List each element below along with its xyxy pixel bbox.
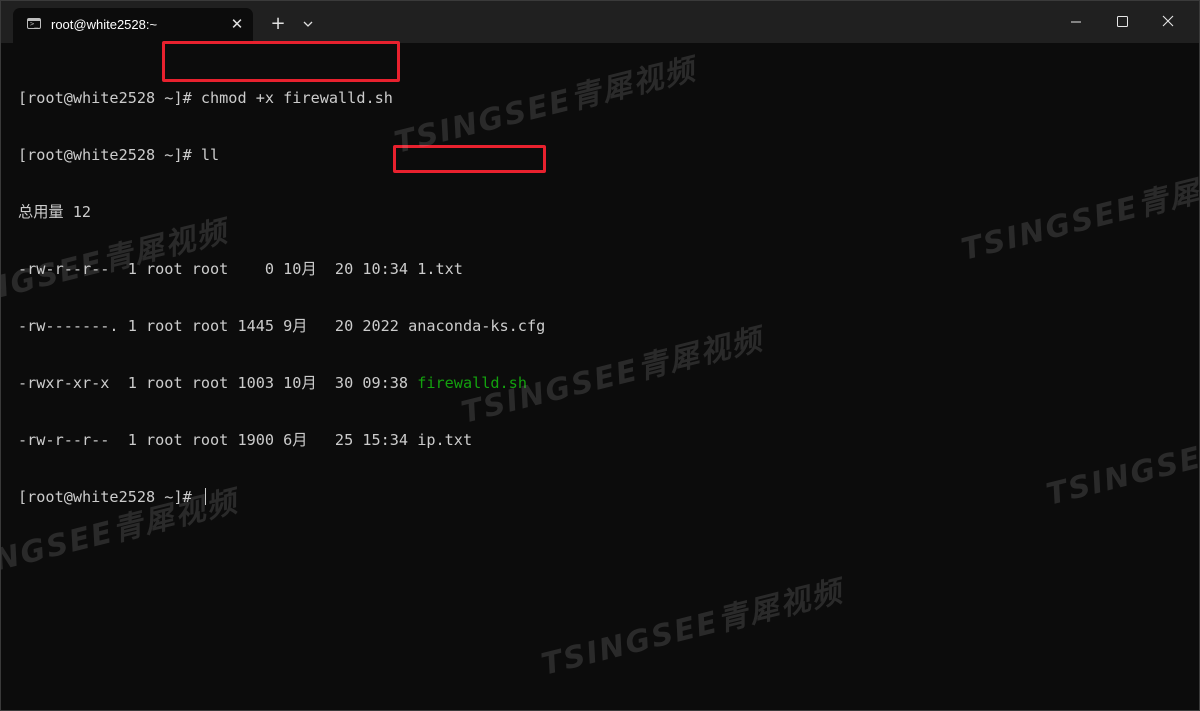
shell-prompt: [root@white2528 ~]# (18, 488, 201, 506)
maximize-icon (1117, 16, 1128, 27)
terminal-tab[interactable]: >_ root@white2528:~ ✕ (13, 8, 253, 43)
title-bar[interactable]: >_ root@white2528:~ ✕ + (1, 1, 1199, 43)
command-text: ll (200, 146, 220, 164)
maximize-button[interactable] (1099, 1, 1145, 41)
terminal-window: >_ root@white2528:~ ✕ + [root@white2528 … (0, 0, 1200, 711)
terminal-icon: >_ (27, 18, 41, 29)
terminal-line: [root@white2528 ~]# chmod +x firewalld.s… (18, 89, 1188, 108)
output-text: -rw-r--r-- 1 root root 0 10月 20 10:34 1.… (18, 260, 463, 278)
text-cursor (204, 488, 206, 505)
close-icon[interactable]: ✕ (227, 14, 247, 34)
terminal-line: -rwxr-xr-x 1 root root 1003 10月 30 09:38… (18, 374, 1188, 393)
minimize-icon (1071, 21, 1081, 23)
window-close-button[interactable] (1145, 1, 1191, 41)
output-text: -rw-------. 1 root root 1445 9月 20 2022 … (18, 317, 546, 335)
output-text: -rwxr-xr-x 1 root root 1003 10月 30 09:38 (18, 374, 418, 392)
tab-title: root@white2528:~ (51, 17, 158, 32)
output-text: 总用量 12 (18, 203, 91, 221)
window-close-icon (1162, 15, 1174, 27)
terminal-line: [root@white2528 ~]# (18, 488, 1188, 507)
terminal-line: [root@white2528 ~]# ll (18, 146, 1188, 165)
terminal-line: -rw-------. 1 root root 1445 9月 20 2022 … (18, 317, 1188, 336)
terminal-line: 总用量 12 (18, 203, 1188, 222)
command-text: chmod +x firewalld.sh (200, 89, 393, 107)
terminal-line: -rw-r--r-- 1 root root 0 10月 20 10:34 1.… (18, 260, 1188, 279)
minimize-button[interactable] (1053, 1, 1099, 41)
terminal-output[interactable]: [root@white2528 ~]# chmod +x firewalld.s… (18, 51, 1188, 701)
terminal-line: -rw-r--r-- 1 root root 1900 6月 25 15:34 … (18, 431, 1188, 450)
chevron-down-icon[interactable] (297, 13, 319, 35)
command-highlight-box (162, 41, 400, 82)
file-highlight-box (393, 145, 546, 173)
output-text: -rw-r--r-- 1 root root 1900 6月 25 15:34 … (18, 431, 473, 449)
shell-prompt: [root@white2528 ~]# (18, 146, 201, 164)
plus-icon[interactable]: + (267, 13, 289, 35)
shell-prompt: [root@white2528 ~]# (18, 89, 201, 107)
executable-filename: firewalld.sh (417, 374, 527, 392)
